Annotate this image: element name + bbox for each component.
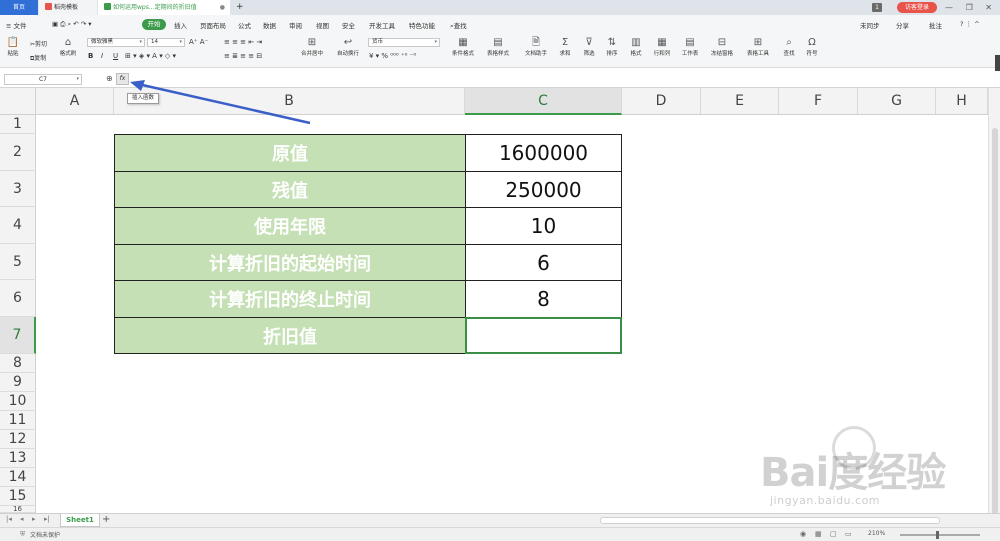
annotation-arrow	[130, 80, 311, 125]
spreadsheet-app: 首页 稻壳模板 如何运用wps...定期间的折旧值 ● + 1 访客登录 — ❐…	[0, 0, 1000, 541]
